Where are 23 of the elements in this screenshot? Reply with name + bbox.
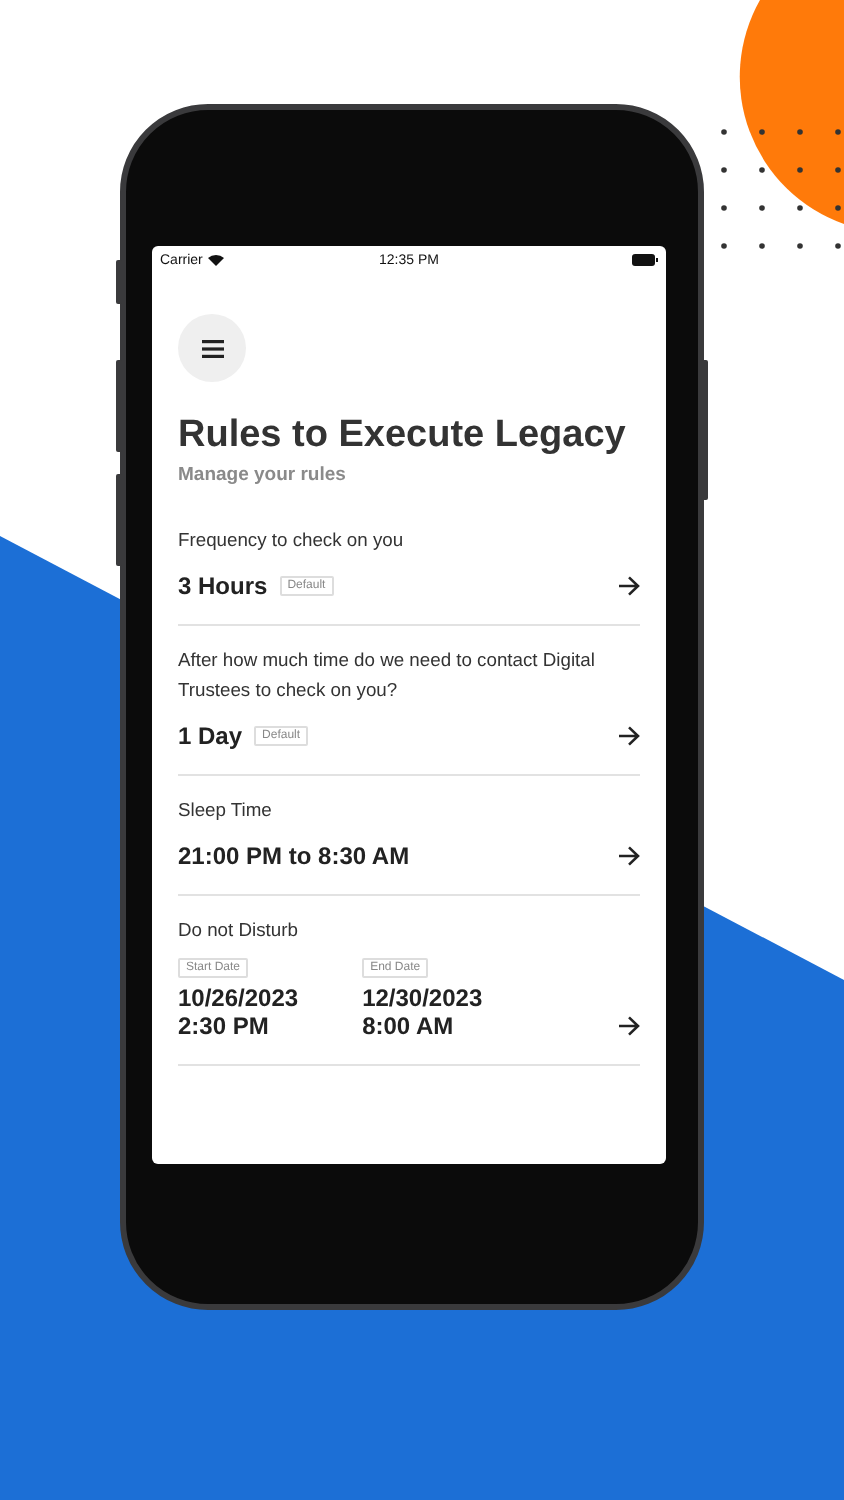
menu-button[interactable] <box>178 314 246 382</box>
menu-icon <box>201 339 223 357</box>
arrow-right-icon <box>618 726 640 746</box>
arrow-right-icon <box>618 576 640 596</box>
page-subtitle: Manage your rules <box>178 464 348 486</box>
rule-time: 2:30 PM <box>178 1012 271 1040</box>
battery-icon <box>632 254 658 266</box>
rule-date: 10/26/2023 <box>178 984 299 1012</box>
rule-time: 8:00 AM <box>362 1012 456 1040</box>
rule-label: Frequency to check on you <box>178 526 406 554</box>
wifi-icon <box>208 254 225 266</box>
rule-value: 3 Hours <box>178 572 268 600</box>
page-title: Rules to Execute Legacy <box>178 414 628 458</box>
rule-value: 1 Day <box>178 722 243 750</box>
rule-date: 12/30/2023 <box>362 984 483 1012</box>
rule-value: 21:00 PM to 8:30 AM <box>178 842 410 870</box>
dot-grid <box>721 129 841 249</box>
arrow-right-icon <box>618 846 640 866</box>
rule-label: Sleep Time <box>178 796 274 824</box>
rule-label: Do not Disturb <box>178 916 300 944</box>
rule-label: After how much time do we need to contact Digital Trustees to check on you? <box>178 646 597 704</box>
rule-row[interactable]: Sleep Time 21:00 PM to 8:30 AM <box>178 776 640 896</box>
arrow-right-icon <box>618 1016 640 1036</box>
